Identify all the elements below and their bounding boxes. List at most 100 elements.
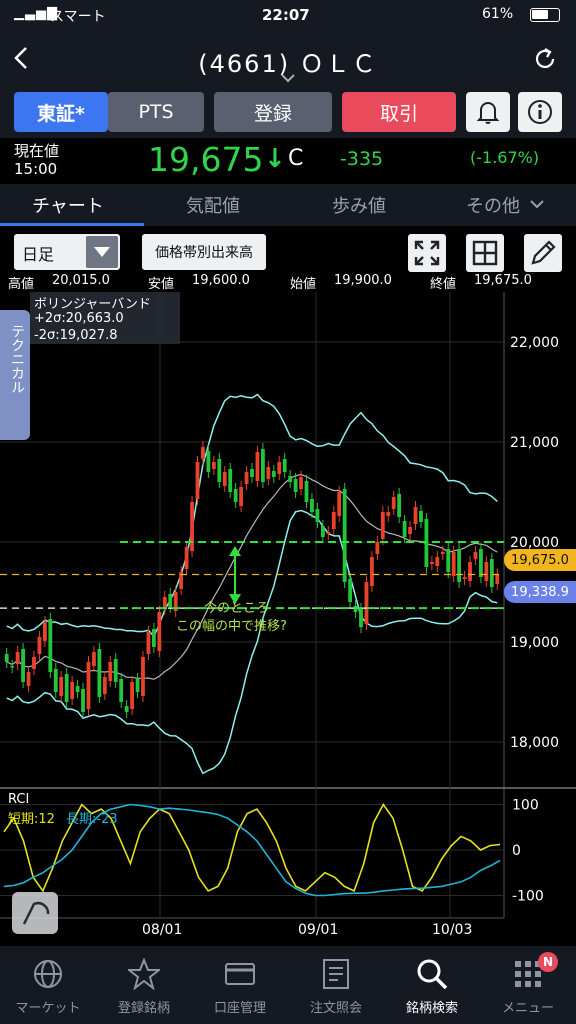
candle-body <box>228 469 233 492</box>
price-chart[interactable]: 22,000 21,000 20,000 19,000 18,000 08/01 09/01… <box>0 292 576 940</box>
nav-menu-label: メニュー <box>501 1001 554 1016</box>
candle-body <box>380 512 385 539</box>
candle-body <box>359 609 363 627</box>
candle-body <box>282 459 287 472</box>
bell-icon <box>476 102 500 124</box>
clock: 22:07 <box>262 6 310 24</box>
tab-chart[interactable]: チャート <box>32 192 104 218</box>
candle-body <box>135 679 140 692</box>
candle-body <box>217 459 222 482</box>
expand-icon <box>414 240 440 266</box>
candle-body <box>113 659 118 682</box>
candle-body <box>429 562 434 564</box>
period-value: 日足 <box>22 245 55 264</box>
candle-body <box>446 549 451 572</box>
candle-body <box>402 521 407 537</box>
nav-market[interactable]: マーケット <box>0 946 96 1024</box>
candle-body <box>255 452 260 481</box>
candle-body <box>364 582 369 624</box>
tab-other[interactable]: その他 <box>466 192 520 218</box>
moving-average-line <box>6 473 498 680</box>
candle-body <box>222 472 227 486</box>
current-price-tag: 19,675.0 <box>504 549 576 571</box>
candle-body <box>4 654 9 662</box>
nav-market-label: マーケット <box>15 1001 81 1016</box>
candle-body <box>277 462 282 474</box>
candle-body <box>151 629 156 647</box>
nav-watchlist-label: 登録銘柄 <box>117 1001 170 1016</box>
y-tick-label: 21,000 <box>510 435 559 451</box>
open-label: 始値 <box>290 277 317 292</box>
layout-button[interactable] <box>466 234 504 272</box>
candle-body <box>92 652 96 666</box>
nav-menu[interactable]: N メニュー <box>480 946 576 1024</box>
alert-button[interactable] <box>466 92 510 132</box>
price-time: 15:00 <box>14 160 58 178</box>
bottom-nav: マーケット 登録銘柄 口座管理 注文照会 銘柄検索 N メニュー <box>0 946 576 1024</box>
tab-pts[interactable]: PTS <box>108 92 204 132</box>
collapse-button[interactable] <box>12 892 58 934</box>
y-tick-label: 22,000 <box>510 335 559 351</box>
refresh-icon[interactable] <box>532 46 558 72</box>
candle-body <box>451 552 456 576</box>
chart-canvas[interactable]: 22,00021,00020,00019,00018,00008/01 09/01… <box>0 292 576 940</box>
candle-body <box>315 509 320 522</box>
period-select[interactable]: 日足 <box>14 234 120 270</box>
candle-body <box>484 562 489 581</box>
tab-ticks[interactable]: 歩み値 <box>332 192 386 218</box>
tab-tse[interactable]: 東証* <box>14 92 108 132</box>
sub-tabs: チャート 気配値 歩み値 その他 <box>0 184 576 226</box>
candle-body <box>375 542 380 554</box>
pencil-icon <box>531 240 556 265</box>
nav-orders[interactable]: 注文照会 <box>288 946 384 1024</box>
chevron-down-icon[interactable] <box>530 200 544 210</box>
rci-tick-label: 100 <box>512 798 539 814</box>
candle-body <box>397 494 402 517</box>
candle-body <box>266 467 271 479</box>
volume-by-price-button[interactable]: 価格帯別出来高 <box>142 234 266 270</box>
draw-button[interactable] <box>524 234 562 272</box>
candle-body <box>130 682 134 709</box>
trade-button[interactable]: 取引 <box>342 92 456 132</box>
lower-band-value: -2σ:19,027.8 <box>34 328 118 343</box>
candle-body <box>391 497 396 509</box>
candle-body <box>15 652 20 664</box>
indicator-legend: ボリンジャーバンド +2σ:20,663.0 -2σ:19,027.8 <box>30 292 180 344</box>
nav-watchlist[interactable]: 登録銘柄 <box>96 946 192 1024</box>
candle-body <box>320 526 325 537</box>
notification-badge: N <box>538 952 558 972</box>
candle-body <box>37 637 42 654</box>
candle-body <box>157 612 162 651</box>
info-icon <box>528 100 552 124</box>
ohlc-row: 高値 20,015.0 安値 19,600.0 始値 19,900.0 終値 1… <box>0 272 576 292</box>
candle-body <box>337 492 342 516</box>
candle-body <box>146 632 151 654</box>
fullscreen-button[interactable] <box>408 234 446 272</box>
candle-body <box>260 449 265 482</box>
candle-body <box>75 686 80 692</box>
technical-side-tab[interactable]: テクニカル <box>0 310 30 440</box>
dropdown-arrow-icon <box>86 236 118 268</box>
candle-body <box>310 499 314 512</box>
candle-body <box>473 552 478 559</box>
chevron-down-icon[interactable] <box>281 74 295 83</box>
nav-search[interactable]: 銘柄検索 <box>384 946 480 1024</box>
candle-body <box>59 677 64 696</box>
rotate-icon <box>22 901 50 925</box>
price-label: 現在値 <box>14 142 60 160</box>
candle-body <box>457 549 462 582</box>
candle-body <box>201 447 205 459</box>
open-value: 19,900.0 <box>334 273 392 288</box>
rci-title: RCI <box>8 792 30 807</box>
nav-orders-label: 注文照会 <box>309 1001 362 1016</box>
info-button[interactable] <box>518 92 562 132</box>
star-icon <box>128 958 160 990</box>
close-flag: C <box>288 146 304 171</box>
candle-body <box>168 594 173 607</box>
high-value: 20,015.0 <box>52 273 110 288</box>
status-bar: ▁▃▅▇ スマート 22:07 61% <box>0 0 576 30</box>
register-button[interactable]: 登録 <box>214 92 332 132</box>
nav-account[interactable]: 口座管理 <box>192 946 288 1024</box>
tab-quotes[interactable]: 気配値 <box>186 192 240 218</box>
price-change: -335 <box>340 148 384 170</box>
